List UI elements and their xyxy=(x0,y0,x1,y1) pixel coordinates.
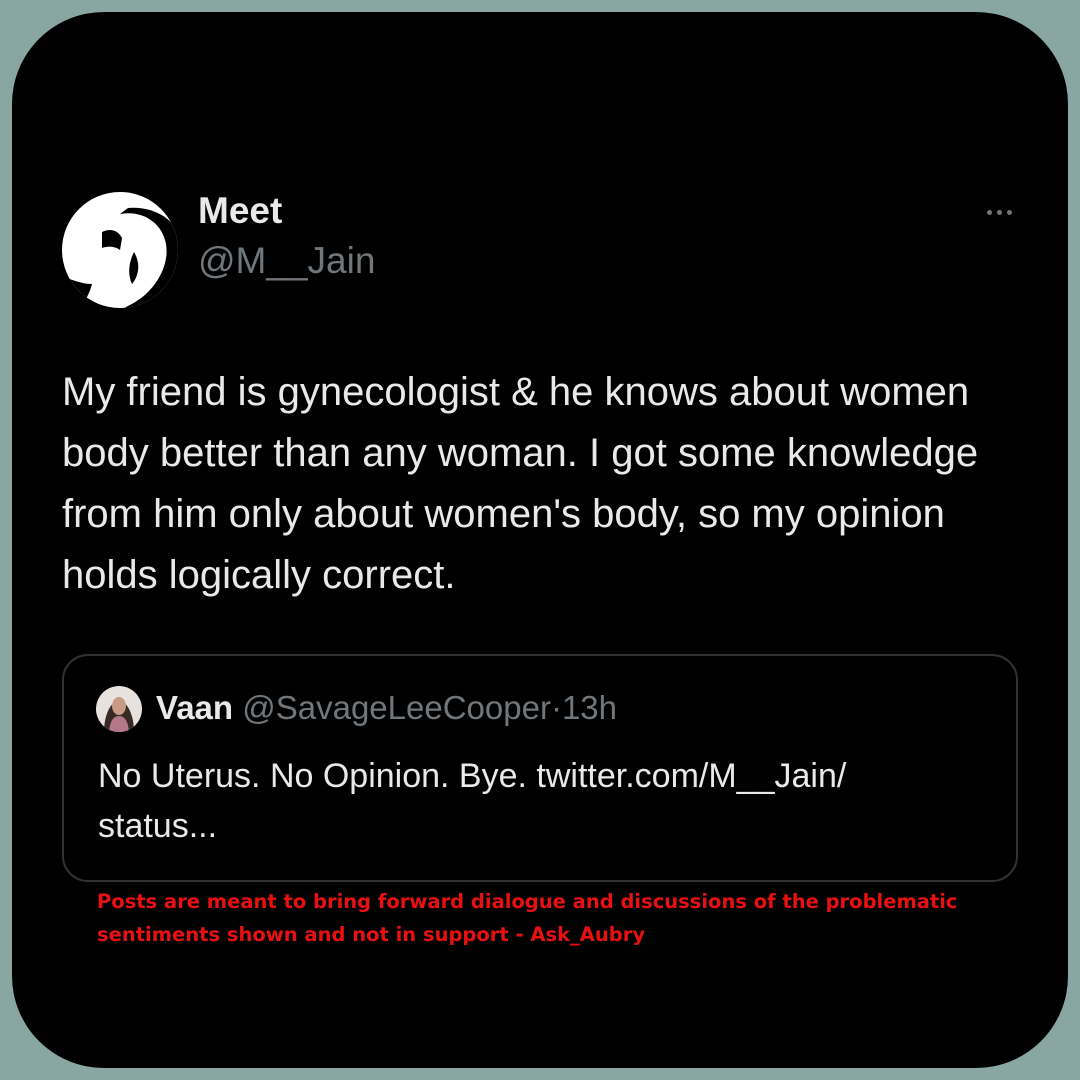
quoted-timestamp[interactable]: 13h xyxy=(562,689,617,726)
more-options-icon[interactable] xyxy=(974,192,1024,232)
quoted-author-avatar[interactable] xyxy=(96,686,142,732)
author-avatar[interactable] xyxy=(62,192,178,308)
tweet-card: Meet @M__Jain My friend is gynecologist … xyxy=(12,12,1068,1068)
quoted-header: Vaan @SavageLeeCooper·13h xyxy=(156,689,617,727)
author-display-name[interactable]: Meet xyxy=(198,190,282,232)
author-handle[interactable]: @M__Jain xyxy=(198,240,375,282)
tweet-text: My friend is gynecologist & he knows abo… xyxy=(62,370,979,597)
more-dot xyxy=(986,209,992,215)
quoted-handle[interactable]: @SavageLeeCooper xyxy=(242,689,551,726)
disclaimer-text: Posts are meant to bring forward dialogu… xyxy=(97,890,958,946)
more-dot xyxy=(1006,209,1012,215)
quoted-display-name[interactable]: Vaan xyxy=(156,689,233,726)
more-dot xyxy=(996,209,1002,215)
profile-silhouette-icon xyxy=(62,192,178,308)
quoted-avatar-photo-icon xyxy=(96,686,142,732)
quoted-separator: · xyxy=(550,689,562,726)
quoted-tweet[interactable]: Vaan @SavageLeeCooper·13h No Uterus. No … xyxy=(62,654,1018,882)
quoted-text: No Uterus. No Opinion. Bye. twitter.com/… xyxy=(98,757,847,845)
